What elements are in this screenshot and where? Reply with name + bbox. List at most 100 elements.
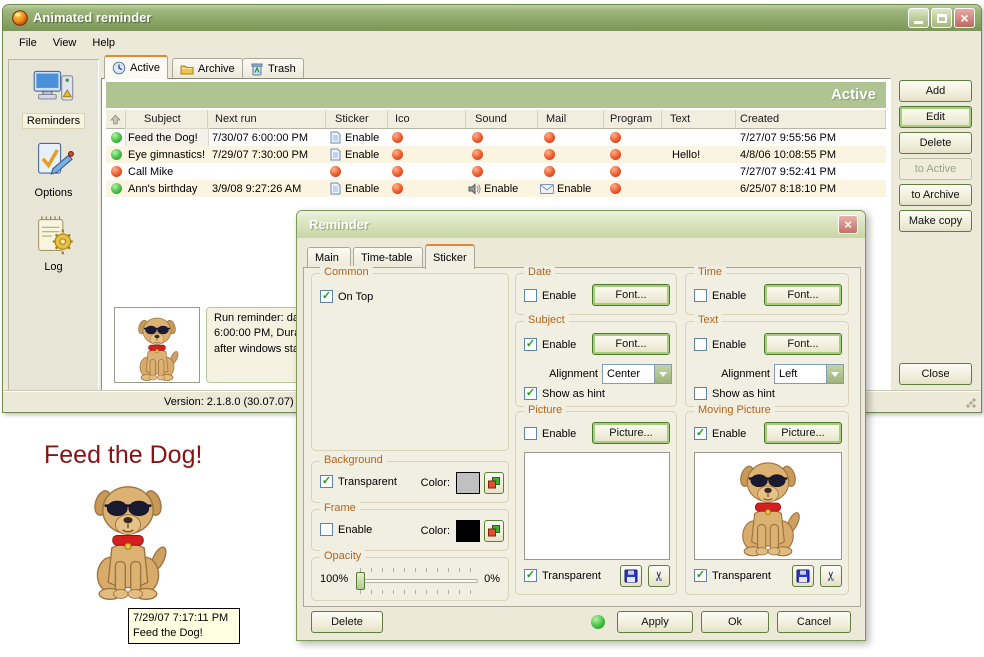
column-header-sticker[interactable]: Sticker <box>326 110 388 128</box>
cell-subject: Ann's birthday <box>126 180 208 197</box>
picture-enable-checkbox[interactable] <box>524 427 537 440</box>
column-header-next-run[interactable]: Next run <box>208 110 326 128</box>
subject-alignment-value: Center <box>603 368 654 380</box>
column-header-text[interactable]: Text <box>662 110 736 128</box>
subject-font-button[interactable]: Font... <box>592 333 670 355</box>
close-button[interactable]: Close <box>899 363 972 385</box>
moving-picture-transparent-checkbox[interactable]: ✓ <box>694 569 707 582</box>
background-group: Background ✓ Transparent Color: <box>311 461 509 503</box>
background-transparent-checkbox[interactable]: ✓ <box>320 475 333 488</box>
column-header-mail[interactable]: Mail <box>538 110 604 128</box>
table-row[interactable]: Feed the Dog! 7/30/07 6:00:00 PM Enable … <box>106 129 886 146</box>
add-button[interactable]: Add <box>899 80 972 102</box>
cell-subject: Eye gimnastics! <box>126 146 208 163</box>
title-bar[interactable]: Animated reminder × <box>3 5 981 31</box>
frame-group: Frame Enable Color: <box>311 509 509 551</box>
cell-sticker: Enable <box>345 149 379 161</box>
frame-color-swatch[interactable] <box>456 520 480 542</box>
moving-picture-transparent-label: Transparent <box>712 570 771 582</box>
moving-picture-save-button[interactable] <box>792 565 814 587</box>
table-row[interactable]: Eye gimnastics! 7/29/07 7:30:00 PM Enabl… <box>106 146 886 163</box>
chevron-down-icon[interactable] <box>826 365 843 383</box>
cell-text: Hello! <box>662 146 736 163</box>
time-enable-checkbox[interactable] <box>694 289 707 302</box>
close-window-button[interactable]: × <box>954 8 975 28</box>
sidebar-item-options[interactable]: Options <box>8 139 99 200</box>
picture-transparent-checkbox[interactable]: ✓ <box>524 569 537 582</box>
sticker-subject-text: Feed the Dog! <box>44 441 202 470</box>
column-header-sound[interactable]: Sound <box>466 110 538 128</box>
tab-archive[interactable]: Archive <box>172 58 243 79</box>
text-enable-checkbox[interactable] <box>694 338 707 351</box>
color-picker-icon <box>487 524 501 538</box>
subject-alignment-label: Alignment <box>516 368 598 380</box>
moving-picture-cut-button[interactable]: ✂ <box>820 565 842 587</box>
make-copy-button[interactable]: Make copy <box>899 210 972 232</box>
dialog-tab-sticker-label: Sticker <box>433 252 467 264</box>
to-archive-button[interactable]: to Archive <box>899 184 972 206</box>
frame-color-picker-button[interactable] <box>484 520 504 542</box>
resize-grip[interactable] <box>965 397 977 409</box>
picture-cut-button[interactable]: ✂ <box>648 565 670 587</box>
cell-created: 6/25/07 8:18:10 PM <box>736 180 886 197</box>
chevron-down-icon[interactable] <box>654 365 671 383</box>
text-caption: Text <box>694 314 722 326</box>
dialog-close-button[interactable]: × <box>838 215 858 234</box>
column-header-created[interactable]: Created <box>736 110 886 128</box>
picture-save-button[interactable] <box>620 565 642 587</box>
sort-arrow-up-icon <box>110 114 121 125</box>
dialog-tab-main[interactable]: Main <box>307 247 351 268</box>
dialog-delete-button[interactable]: Delete <box>311 611 383 633</box>
text-alignment-select[interactable]: Left <box>774 364 844 384</box>
dialog-title-bar[interactable]: Reminder × <box>297 211 865 238</box>
moving-picture-button[interactable]: Picture... <box>764 422 842 444</box>
dialog-tab-time-table[interactable]: Time-table <box>353 247 423 268</box>
menu-file[interactable]: File <box>12 35 44 51</box>
opacity-slider[interactable] <box>356 568 478 594</box>
active-tab-clock-icon <box>112 61 126 75</box>
picture-button[interactable]: Picture... <box>592 422 670 444</box>
text-show-as-hint-checkbox[interactable] <box>694 387 707 400</box>
opacity-slider-thumb[interactable] <box>356 572 365 590</box>
cell-subject: Feed the Dog! <box>126 129 208 146</box>
table-row[interactable]: Call Mike 7/27/07 9:52:41 PM <box>106 163 886 180</box>
time-font-button[interactable]: Font... <box>764 284 842 306</box>
background-color-swatch[interactable] <box>456 472 480 494</box>
moving-picture-enable-checkbox[interactable]: ✓ <box>694 427 707 440</box>
tab-trash[interactable]: Trash <box>242 58 304 79</box>
dialog-tab-sticker[interactable]: Sticker <box>425 244 475 269</box>
menu-view[interactable]: View <box>46 35 84 51</box>
menu-help[interactable]: Help <box>85 35 122 51</box>
sort-column-header[interactable] <box>106 110 126 128</box>
mail-red-icon <box>544 166 555 177</box>
on-top-label: On Top <box>338 291 373 303</box>
tab-active[interactable]: Active <box>104 55 168 79</box>
frame-enable-checkbox[interactable] <box>320 523 333 536</box>
table-row[interactable]: Ann's birthday 3/9/08 9:27:26 AM Enable … <box>106 180 886 197</box>
on-top-checkbox[interactable]: ✓ <box>320 290 333 303</box>
ok-button[interactable]: Ok <box>701 611 769 633</box>
column-header-ico[interactable]: Ico <box>388 110 466 128</box>
common-group: Common ✓ On Top <box>311 273 509 451</box>
apply-button[interactable]: Apply <box>617 611 693 633</box>
subject-alignment-select[interactable]: Center <box>602 364 672 384</box>
delete-button[interactable]: Delete <box>899 132 972 154</box>
version-label: Version: 2.1.8.0 (30.07.07) <box>164 396 294 408</box>
column-header-subject[interactable]: Subject <box>126 110 208 128</box>
text-font-button[interactable]: Font... <box>764 333 842 355</box>
sidebar-item-log[interactable]: Log <box>8 213 99 274</box>
cell-mail: Enable <box>557 183 591 195</box>
date-font-button[interactable]: Font... <box>592 284 670 306</box>
cancel-button[interactable]: Cancel <box>777 611 851 633</box>
column-header-program[interactable]: Program <box>604 110 662 128</box>
cell-created: 7/27/07 9:52:41 PM <box>736 163 886 180</box>
cell-sticker: Enable <box>345 132 379 144</box>
maximize-button[interactable] <box>931 8 952 28</box>
subject-enable-checkbox[interactable]: ✓ <box>524 338 537 351</box>
edit-button[interactable]: Edit <box>899 106 972 128</box>
minimize-button[interactable] <box>908 8 929 28</box>
sidebar-item-reminders[interactable]: Reminders <box>8 67 99 128</box>
subject-show-as-hint-checkbox[interactable]: ✓ <box>524 387 537 400</box>
date-enable-checkbox[interactable] <box>524 289 537 302</box>
background-color-picker-button[interactable] <box>484 472 504 494</box>
